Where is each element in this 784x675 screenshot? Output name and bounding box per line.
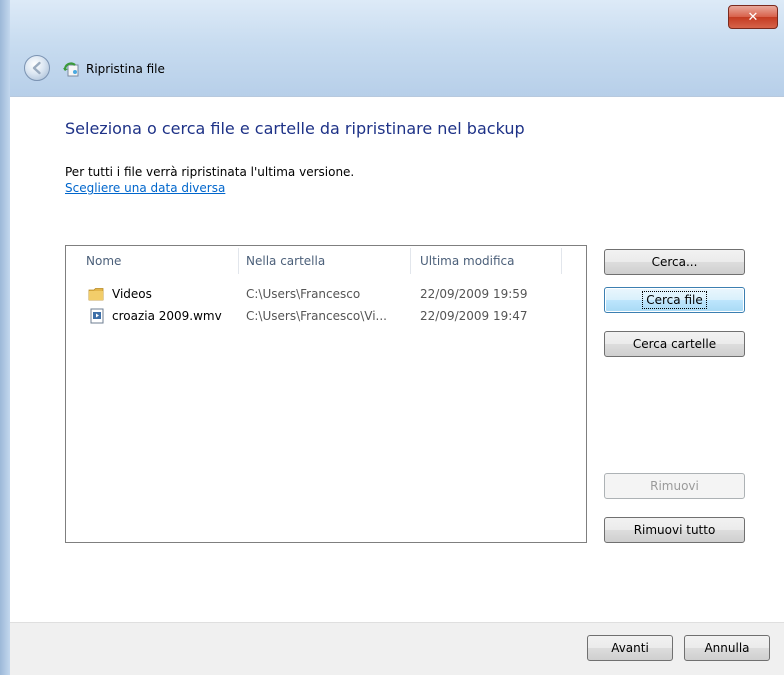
next-button-label: Avanti xyxy=(611,641,649,655)
search-button-label: Cerca... xyxy=(651,255,698,269)
search-folders-button[interactable]: Cerca cartelle xyxy=(604,331,745,357)
column-header-folder[interactable]: Nella cartella xyxy=(238,246,410,276)
cancel-button-label: Annulla xyxy=(704,641,750,655)
column-divider[interactable] xyxy=(561,248,562,274)
item-name: Videos xyxy=(112,287,152,301)
video-file-icon xyxy=(90,308,104,324)
search-folders-button-label: Cerca cartelle xyxy=(632,337,717,351)
remove-button[interactable]: Rimuovi xyxy=(604,473,745,499)
remove-all-button-label: Rimuovi tutto xyxy=(633,523,716,537)
item-modified: 22/09/2009 19:47 xyxy=(420,309,528,323)
cancel-button[interactable]: Annulla xyxy=(684,635,770,661)
column-header-name[interactable]: Nome xyxy=(66,246,238,276)
info-text: Per tutti i file verrà ripristinata l'ul… xyxy=(65,165,355,179)
wizard-content: Seleziona o cerca file e cartelle da rip… xyxy=(10,96,784,622)
window-left-border xyxy=(0,0,10,675)
back-arrow-icon xyxy=(32,61,41,75)
next-button[interactable]: Avanti xyxy=(587,635,673,661)
item-folder: C:\Users\Francesco xyxy=(246,287,361,301)
wizard-title: Ripristina file xyxy=(62,59,165,79)
wizard-footer: Avanti Annulla xyxy=(10,622,784,675)
search-files-button[interactable]: Cerca file xyxy=(604,287,745,313)
item-name: croazia 2009.wmv xyxy=(112,309,222,323)
column-header-modified[interactable]: Ultima modifica xyxy=(410,246,561,276)
search-button[interactable]: Cerca... xyxy=(604,249,745,275)
page-title: Seleziona o cerca file e cartelle da rip… xyxy=(65,119,525,138)
list-item[interactable]: Videos C:\Users\Francesco 22/09/2009 19:… xyxy=(66,284,586,304)
back-button[interactable] xyxy=(24,55,50,81)
window-frame: ✕ Ripristina file Seleziona o cerca file… xyxy=(0,0,784,675)
remove-all-button[interactable]: Rimuovi tutto xyxy=(604,517,745,543)
folder-icon xyxy=(88,288,104,301)
close-button[interactable]: ✕ xyxy=(728,5,778,29)
remove-button-label: Rimuovi xyxy=(650,479,699,493)
title-bar: ✕ xyxy=(10,0,784,96)
item-folder: C:\Users\Francesco\Vi... xyxy=(246,309,387,323)
choose-date-link[interactable]: Scegliere una data diversa xyxy=(65,181,225,195)
restore-files-icon xyxy=(63,62,79,77)
item-modified: 22/09/2009 19:59 xyxy=(420,287,528,301)
list-item[interactable]: croazia 2009.wmv C:\Users\Francesco\Vi..… xyxy=(66,306,586,326)
search-files-button-label: Cerca file xyxy=(642,291,707,309)
files-list[interactable]: Nome Nella cartella Ultima modifica Vide… xyxy=(65,245,587,543)
wizard-title-text: Ripristina file xyxy=(86,62,165,76)
close-icon: ✕ xyxy=(747,9,759,25)
